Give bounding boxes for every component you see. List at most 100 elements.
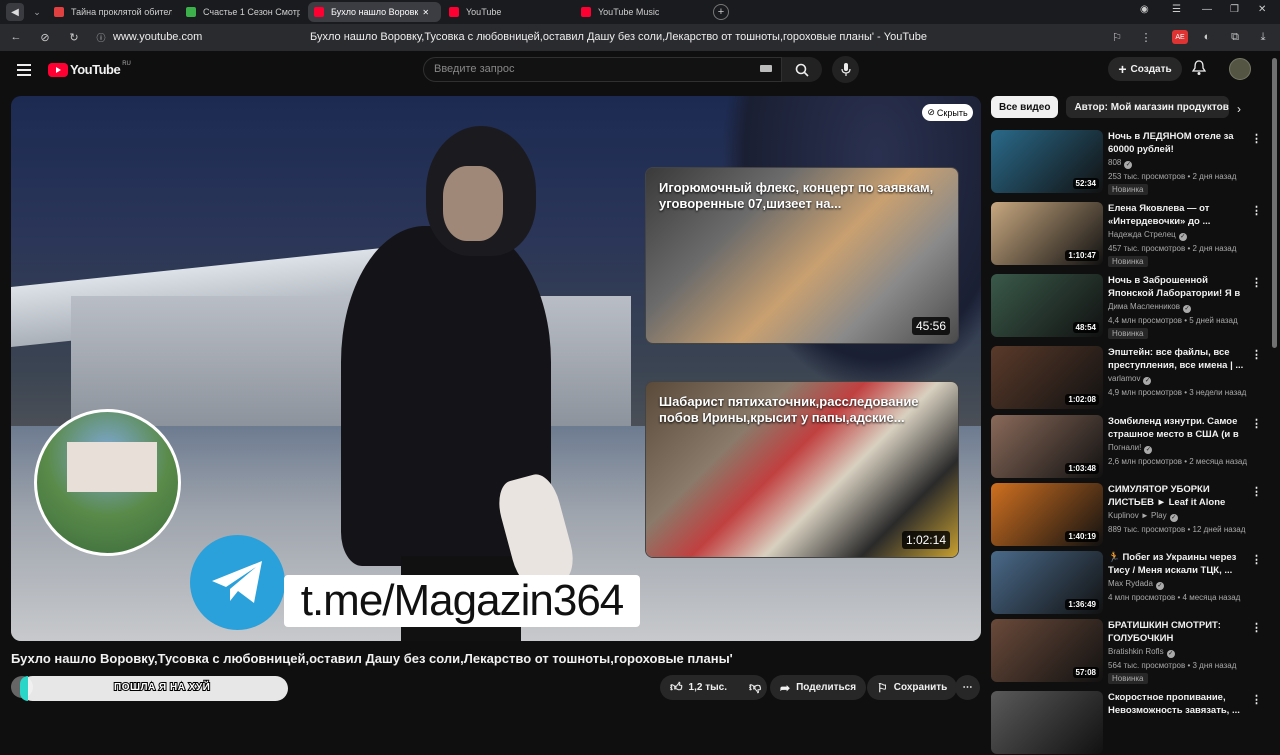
channel-name[interactable]: Bratishkin Rofls ✓ xyxy=(1108,647,1175,658)
recommended-video[interactable]: 52:34 Ночь в ЛЕДЯНОМ отеле за 60000 рубле… xyxy=(991,130,1271,195)
video-thumbnail[interactable]: 57:08 xyxy=(991,619,1103,682)
maximize-icon[interactable]: ❐ xyxy=(1230,4,1239,15)
save-button[interactable]: ⚐ Сохранить xyxy=(867,675,958,700)
more-options-icon[interactable]: ⋮ xyxy=(1251,276,1262,289)
more-actions-button[interactable]: ⋯ xyxy=(955,675,980,700)
video-title[interactable]: Елена Яковлева — от «Интердевочки» до ..… xyxy=(1108,202,1248,228)
video-thumbnail[interactable]: 1:40:19 xyxy=(991,483,1103,546)
search-input[interactable]: Введите запрос xyxy=(423,57,782,82)
new-badge: Новинка xyxy=(1108,184,1148,195)
channel-name[interactable]: varlamov ✓ xyxy=(1108,374,1152,385)
video-title[interactable]: БРАТИШКИН СМОТРИТ: ГОЛУБОЧКИН УНИЧТОЖАЕТ… xyxy=(1108,619,1248,645)
menu-icon[interactable]: ☰ xyxy=(1172,4,1181,15)
video-thumbnail[interactable]: 1:10:47 xyxy=(991,202,1103,265)
channel-name[interactable]: 808 ✓ xyxy=(1108,158,1133,169)
video-title[interactable]: Ночь в Заброшенной Японской Лаборатории!… xyxy=(1108,274,1248,300)
reload-icon[interactable]: ↻ xyxy=(65,28,83,46)
bookmark-icon[interactable]: ⚐ xyxy=(1108,28,1126,46)
video-title[interactable]: Ночь в ЛЕДЯНОМ отеле за 60000 рублей! xyxy=(1108,130,1248,156)
close-tab-icon[interactable]: ✕ xyxy=(422,8,429,17)
tab-list-chevron-icon[interactable]: ⌄ xyxy=(28,3,46,21)
recommended-video[interactable]: 1:03:48 Зомбиленд изнутри. Самое страшное… xyxy=(991,415,1271,479)
more-options-icon[interactable]: ⋮ xyxy=(1251,485,1262,498)
more-icon[interactable]: ⋮ xyxy=(1137,28,1155,46)
video-title[interactable]: СИМУЛЯТОР УБОРКИ ЛИСТЬЕВ ► Leaf it Alone xyxy=(1108,483,1248,509)
back-icon[interactable]: ← xyxy=(7,28,25,46)
site-info-icon[interactable]: ⓘ xyxy=(92,28,110,46)
video-title[interactable]: Эпштейн: все файлы, все преступления, вс… xyxy=(1108,346,1248,372)
video-title[interactable]: Скоростное пропивание, Невозможность зав… xyxy=(1108,691,1248,717)
youtube-logo[interactable]: YouTube RU xyxy=(48,61,131,77)
browser-tab[interactable]: Тайна проклятой обител xyxy=(48,2,178,22)
card-title: Игорюмочный флекс, концерт по заявкам, у… xyxy=(659,180,934,211)
more-options-icon[interactable]: ⋮ xyxy=(1251,417,1262,430)
video-thumbnail[interactable]: 52:34 xyxy=(991,130,1103,193)
channel-name[interactable]: Погнали! ✓ xyxy=(1108,443,1153,454)
card-duration: 1:02:14 xyxy=(901,531,950,549)
telegram-link-text[interactable]: t.me/Magazin364 xyxy=(284,575,640,627)
video-duration: 57:08 xyxy=(1072,667,1099,678)
notifications-bell-icon[interactable] xyxy=(1191,60,1207,81)
more-options-icon[interactable]: ⋮ xyxy=(1251,621,1262,634)
scrollbar[interactable] xyxy=(1272,58,1277,348)
more-options-icon[interactable]: ⋮ xyxy=(1251,348,1262,361)
more-options-icon[interactable]: ⋮ xyxy=(1251,132,1262,145)
channel-name[interactable]: Надежда Стрелец ✓ xyxy=(1108,230,1187,241)
channel-name[interactable]: Дима Масленников ✓ xyxy=(1108,302,1191,313)
recommended-video[interactable]: Скоростное пропивание, Невозможность зав… xyxy=(991,691,1271,755)
recommended-video[interactable]: 57:08 БРАТИШКИН СМОТРИТ: ГОЛУБОЧКИН УНИЧТ… xyxy=(991,619,1271,684)
more-options-icon[interactable]: ⋮ xyxy=(1251,553,1262,566)
new-badge: Новинка xyxy=(1108,673,1148,684)
share-button[interactable]: ➦ Поделиться xyxy=(770,675,867,700)
create-button[interactable]: + Создать xyxy=(1108,57,1182,81)
downloads-icon[interactable]: ⤓ xyxy=(1254,28,1272,46)
telegram-icon[interactable] xyxy=(190,535,285,630)
voice-search-button[interactable] xyxy=(832,56,859,83)
chip-all-videos[interactable]: Все видео xyxy=(991,96,1059,118)
account-avatar[interactable] xyxy=(1229,58,1251,80)
tab-favicon-icon xyxy=(314,7,324,17)
recommended-video[interactable]: 1:10:47 Елена Яковлева — от «Интердевочки… xyxy=(991,202,1271,267)
video-title[interactable]: 🏃 Побег из Украины через Тису / Меня иск… xyxy=(1108,551,1248,577)
profile-icon[interactable]: ◉ xyxy=(1140,4,1149,15)
like-button[interactable]: 👍︎ 1,2 тыс. 👎︎ xyxy=(660,675,767,700)
recommended-video[interactable]: 1:36:49 🏃 Побег из Украины через Тису / М… xyxy=(991,551,1271,615)
audio-icon[interactable]: ◀ xyxy=(6,3,24,21)
extensions-icon[interactable]: ⧉ xyxy=(1226,28,1244,46)
end-screen-video-card[interactable]: Шабарист пятихаточник,расследование побо… xyxy=(645,381,959,558)
chip-author[interactable]: Автор: Мой магазин продуктов 364 xyxy=(1066,96,1230,118)
video-thumbnail[interactable]: 48:54 xyxy=(991,274,1103,337)
end-screen-video-card[interactable]: Игорюмочный флекс, концерт по заявкам, у… xyxy=(645,167,959,344)
search-button[interactable] xyxy=(782,57,822,82)
new-tab-button[interactable]: + xyxy=(713,4,729,20)
video-thumbnail[interactable]: 1:36:49 xyxy=(991,551,1103,614)
video-thumbnail[interactable]: 1:03:48 xyxy=(991,415,1103,478)
thumbs-down-icon[interactable]: 👎︎ xyxy=(749,680,761,695)
close-window-icon[interactable]: ✕ xyxy=(1258,4,1266,15)
tab-favicon-icon xyxy=(449,7,459,17)
extension-icon[interactable]: AE xyxy=(1172,30,1188,44)
browser-tab[interactable]: YouTube Music xyxy=(575,2,705,22)
video-title[interactable]: Зомбиленд изнутри. Самое страшное место … xyxy=(1108,415,1248,441)
browser-tab[interactable]: Счастье 1 Сезон Смотре xyxy=(180,2,306,22)
hamburger-menu-icon[interactable] xyxy=(17,64,31,76)
recommended-video[interactable]: 48:54 Ночь в Заброшенной Японской Лаборат… xyxy=(991,274,1271,339)
recommended-video[interactable]: 1:02:08 Эпштейн: все файлы, все преступле… xyxy=(991,346,1271,410)
media-icon[interactable]: ◐ xyxy=(1198,28,1216,46)
browser-tab[interactable]: Бухло нашло Воровк ✕ xyxy=(308,2,441,22)
more-options-icon[interactable]: ⋮ xyxy=(1251,204,1262,217)
channel-name[interactable]: Max Rydada ✓ xyxy=(1108,579,1164,590)
recommended-video[interactable]: 1:40:19 СИМУЛЯТОР УБОРКИ ЛИСТЬЕВ ► Leaf i… xyxy=(991,483,1271,547)
minimize-icon[interactable]: — xyxy=(1202,4,1212,15)
video-thumbnail[interactable]: 1:02:08 xyxy=(991,346,1103,409)
chevron-right-icon[interactable]: › xyxy=(1237,102,1241,116)
more-options-icon[interactable]: ⋮ xyxy=(1251,693,1262,706)
video-thumbnail[interactable] xyxy=(991,691,1103,754)
address-bar: ← ⊘ ↻ ⓘ www.youtube.com Бухло нашло Воро… xyxy=(0,24,1280,51)
channel-name[interactable]: Kuplinov ► Play ✓ xyxy=(1108,511,1178,522)
browser-tab[interactable]: YouTube xyxy=(443,2,573,22)
keyboard-icon[interactable] xyxy=(760,65,772,72)
url-field[interactable]: www.youtube.com xyxy=(113,31,202,43)
hide-cards-button[interactable]: ⊘ Скрыть xyxy=(922,104,973,121)
protect-icon[interactable]: ⊘ xyxy=(36,28,54,46)
